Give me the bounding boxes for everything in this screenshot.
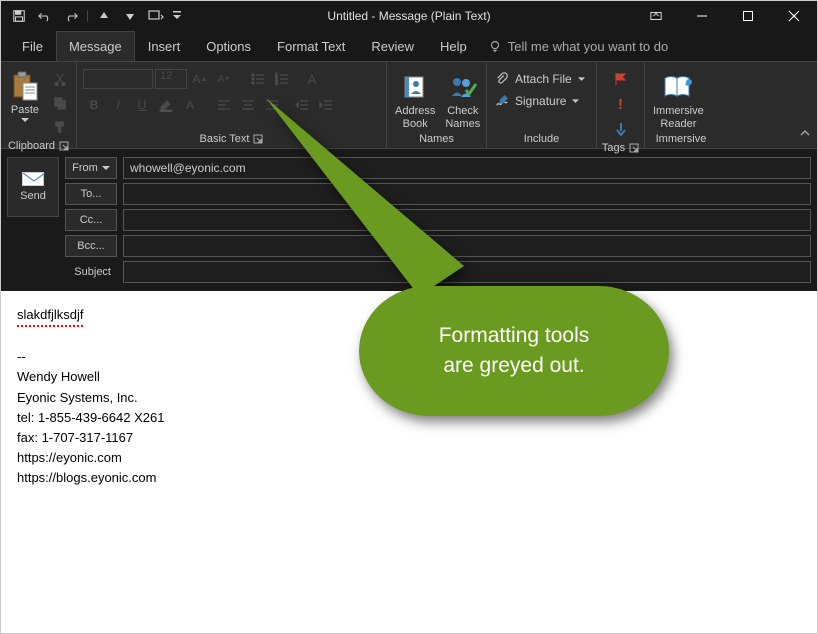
signature-icon xyxy=(495,94,509,108)
immersive-group-label: Immersive xyxy=(656,133,707,145)
send-label: Send xyxy=(20,190,46,202)
callout-line2: are greyed out. xyxy=(443,351,584,381)
tell-me-search[interactable]: Tell me what you want to do xyxy=(488,31,668,61)
basic-text-group-label: Basic Text xyxy=(200,133,250,145)
tab-file[interactable]: File xyxy=(9,31,56,61)
callout-line1: Formatting tools xyxy=(439,321,590,351)
shrink-font-icon: A▼ xyxy=(213,68,235,90)
from-button[interactable]: From xyxy=(65,157,117,179)
undo-icon[interactable] xyxy=(33,4,57,28)
annotation-callout: Formatting tools are greyed out. xyxy=(359,241,669,421)
font-color-icon: A xyxy=(179,94,201,116)
tags-group-label: Tags xyxy=(602,142,625,154)
envelope-icon xyxy=(22,172,44,186)
tab-help[interactable]: Help xyxy=(427,31,480,61)
low-importance-icon[interactable] xyxy=(610,118,632,140)
paste-icon xyxy=(9,70,41,102)
chevron-down-icon xyxy=(572,99,579,104)
grow-font-icon: A▲ xyxy=(189,68,211,90)
follow-up-flag-icon[interactable] xyxy=(610,68,632,90)
quick-access-toolbar xyxy=(1,4,184,28)
tell-me-label: Tell me what you want to do xyxy=(508,39,668,54)
font-name-dropdown xyxy=(83,69,153,89)
copy-icon xyxy=(49,92,71,114)
signature-label: Signature xyxy=(515,94,566,108)
bold-icon: B xyxy=(83,94,105,116)
body-text-misspelled: slakdfjlksdjf xyxy=(17,305,83,327)
italic-icon: I xyxy=(107,94,129,116)
immersive-reader-button[interactable]: Immersive Reader xyxy=(651,67,706,129)
dialog-launcher-icon[interactable] xyxy=(59,141,69,151)
ribbon-tabs: File Message Insert Options Format Text … xyxy=(1,31,817,61)
bulb-icon xyxy=(488,39,502,53)
clipboard-group-label: Clipboard xyxy=(8,140,55,152)
to-button[interactable]: To... xyxy=(65,183,117,205)
tab-options[interactable]: Options xyxy=(193,31,264,61)
font-size-dropdown: 12 xyxy=(155,69,187,89)
paperclip-icon xyxy=(495,72,509,86)
tab-format-text[interactable]: Format Text xyxy=(264,31,358,61)
customize-qat-icon[interactable] xyxy=(144,4,168,28)
highlight-icon xyxy=(155,94,177,116)
minimize-icon[interactable] xyxy=(679,1,725,31)
format-painter-icon xyxy=(49,116,71,138)
signature-url1: https://eyonic.com xyxy=(17,448,801,468)
attach-file-button[interactable]: Attach File xyxy=(495,70,585,88)
chevron-down-icon xyxy=(102,166,110,171)
attach-file-label: Attach File xyxy=(515,72,572,86)
bcc-button[interactable]: Bcc... xyxy=(65,235,117,257)
subject-label: Subject xyxy=(65,261,117,283)
title-bar: Untitled - Message (Plain Text) xyxy=(1,1,817,31)
collapse-ribbon-icon[interactable] xyxy=(799,126,811,144)
save-icon[interactable] xyxy=(7,4,31,28)
immersive-reader-icon xyxy=(662,71,694,103)
signature-url2: https://blogs.eyonic.com xyxy=(17,468,801,488)
dialog-launcher-icon[interactable] xyxy=(629,143,639,153)
close-icon[interactable] xyxy=(771,1,817,31)
immersive-reader-label: Immersive Reader xyxy=(653,105,704,129)
ribbon-display-icon[interactable] xyxy=(633,1,679,31)
chevron-down-icon xyxy=(21,118,29,123)
from-label: From xyxy=(72,162,98,174)
include-group-label: Include xyxy=(524,133,559,145)
window-title: Untitled - Message (Plain Text) xyxy=(327,9,490,23)
paste-button[interactable]: Paste xyxy=(7,66,43,123)
qat-dropdown-icon[interactable] xyxy=(170,4,184,28)
next-icon[interactable] xyxy=(118,4,142,28)
paste-label: Paste xyxy=(11,104,39,116)
tab-review[interactable]: Review xyxy=(358,31,427,61)
previous-icon[interactable] xyxy=(92,4,116,28)
send-button[interactable]: Send xyxy=(7,157,59,217)
align-left-icon xyxy=(213,94,235,116)
signature-button[interactable]: Signature xyxy=(495,92,579,110)
signature-fax: fax: 1-707-317-1167 xyxy=(17,428,801,448)
chevron-down-icon xyxy=(578,77,585,82)
cut-icon xyxy=(49,68,71,90)
underline-icon: U xyxy=(131,94,153,116)
high-importance-icon[interactable]: ! xyxy=(610,93,632,115)
maximize-icon[interactable] xyxy=(725,1,771,31)
redo-icon[interactable] xyxy=(59,4,83,28)
cc-button[interactable]: Cc... xyxy=(65,209,117,231)
tab-insert[interactable]: Insert xyxy=(135,31,194,61)
tab-message[interactable]: Message xyxy=(56,31,135,61)
